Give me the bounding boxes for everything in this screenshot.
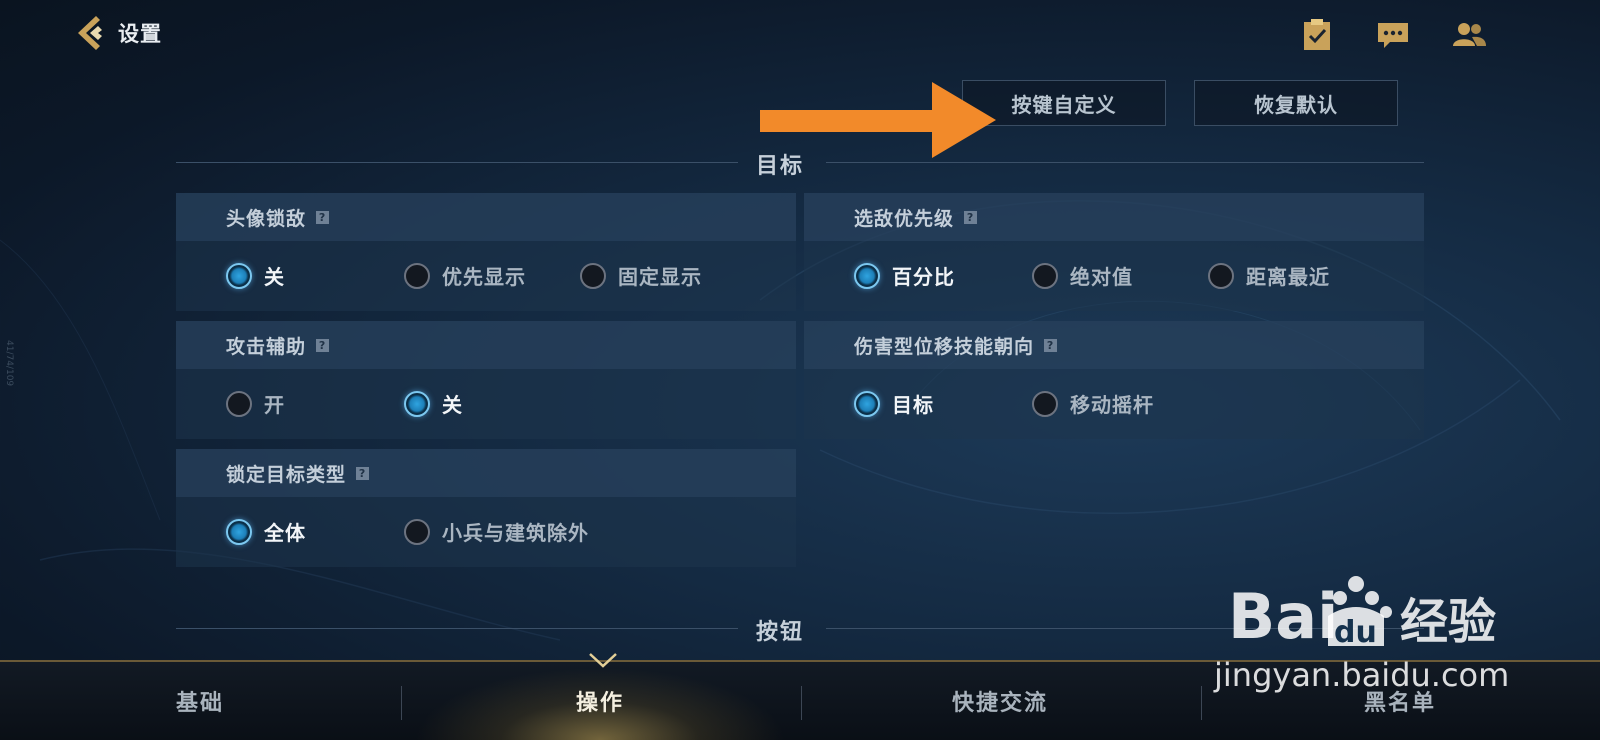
panel-header: 伤害型位移技能朝向 ? bbox=[804, 321, 1424, 369]
option-label: 全体 bbox=[264, 521, 306, 545]
option-label: 绝对值 bbox=[1070, 265, 1133, 289]
panel-title: 选敌优先级 bbox=[854, 207, 955, 230]
section-title: 目标 bbox=[755, 154, 804, 179]
option-joystick[interactable]: 移动摇杆 bbox=[1032, 389, 1154, 418]
option-priority-show[interactable]: 优先显示 bbox=[404, 261, 526, 290]
option-label: 距离最近 bbox=[1246, 265, 1330, 289]
section-target-header: 目标 bbox=[176, 148, 1424, 179]
panel-title: 攻击辅助 bbox=[226, 335, 307, 358]
radio-selected-icon bbox=[226, 262, 252, 289]
baidu-logo-icon: Bai du 经验 bbox=[1228, 576, 1496, 653]
option-off[interactable]: 关 bbox=[404, 389, 463, 418]
radio-selected-icon bbox=[854, 262, 880, 289]
panel-attack-assist: 攻击辅助 ? 开 关 bbox=[176, 321, 796, 439]
chat-icon[interactable] bbox=[1376, 18, 1410, 52]
radio-icon bbox=[226, 390, 252, 417]
option-target[interactable]: 目标 bbox=[854, 389, 934, 418]
panel-header: 攻击辅助 ? bbox=[176, 321, 796, 369]
option-label: 移动摇杆 bbox=[1070, 393, 1154, 417]
panel-avatar-lock: 头像锁敌 ? 关 优先显示 固定显示 bbox=[176, 193, 796, 311]
radio-selected-icon bbox=[226, 518, 252, 545]
option-label: 小兵与建筑除外 bbox=[442, 521, 589, 545]
option-label: 关 bbox=[264, 265, 285, 289]
help-icon[interactable]: ? bbox=[316, 338, 330, 352]
page-title: 设置 bbox=[118, 22, 162, 46]
help-icon[interactable]: ? bbox=[316, 210, 330, 224]
watermark-url: jingyan.baidu.com bbox=[1214, 656, 1510, 694]
option-label: 百分比 bbox=[892, 265, 955, 289]
svg-text:经验: 经验 bbox=[1400, 594, 1496, 650]
help-icon[interactable]: ? bbox=[964, 210, 978, 224]
option-off[interactable]: 关 bbox=[226, 261, 285, 290]
option-label: 固定显示 bbox=[618, 265, 702, 289]
panel-header: 选敌优先级 ? bbox=[804, 193, 1424, 241]
tab-quick-chat[interactable]: 快捷交流 bbox=[800, 662, 1200, 740]
radio-icon bbox=[580, 262, 606, 289]
option-percentage[interactable]: 百分比 bbox=[854, 261, 955, 290]
help-icon[interactable]: ? bbox=[356, 466, 370, 480]
baidu-watermark: Bai du 经验 jingyan.baidu.com bbox=[1214, 568, 1509, 694]
option-label: 关 bbox=[442, 393, 463, 417]
option-label: 开 bbox=[264, 393, 285, 417]
side-code: 41/74/109 bbox=[4, 340, 14, 387]
help-icon[interactable]: ? bbox=[1044, 338, 1058, 352]
panel-header: 头像锁敌 ? bbox=[176, 193, 796, 241]
panel-lock-target-type: 锁定目标类型 ? 全体 小兵与建筑除外 bbox=[176, 449, 796, 567]
tab-basic[interactable]: 基础 bbox=[0, 662, 400, 740]
restore-default-button[interactable]: 恢复默认 bbox=[1194, 80, 1398, 126]
panel-target-priority: 选敌优先级 ? 百分比 绝对值 距离最近 bbox=[804, 193, 1424, 311]
radio-icon bbox=[1032, 262, 1058, 289]
radio-icon bbox=[404, 518, 430, 545]
option-on[interactable]: 开 bbox=[226, 389, 285, 418]
option-fixed-show[interactable]: 固定显示 bbox=[580, 261, 702, 290]
option-absolute[interactable]: 绝对值 bbox=[1032, 261, 1133, 290]
radio-icon bbox=[404, 262, 430, 289]
option-exclude-minions-buildings[interactable]: 小兵与建筑除外 bbox=[404, 517, 589, 546]
svg-text:Bai: Bai bbox=[1228, 580, 1338, 653]
radio-selected-icon bbox=[404, 390, 430, 417]
back-button[interactable]: 设置 bbox=[70, 12, 162, 54]
radio-icon bbox=[1208, 262, 1234, 289]
radio-icon bbox=[1032, 390, 1058, 417]
option-nearest[interactable]: 距离最近 bbox=[1208, 261, 1330, 290]
active-tab-marker-icon bbox=[589, 653, 617, 668]
radio-selected-icon bbox=[854, 390, 880, 417]
panel-title: 头像锁敌 bbox=[226, 207, 307, 230]
panel-dash-skill-direction: 伤害型位移技能朝向 ? 目标 移动摇杆 bbox=[804, 321, 1424, 439]
tab-controls[interactable]: 操作 bbox=[400, 662, 800, 740]
panel-header: 锁定目标类型 ? bbox=[176, 449, 796, 497]
svg-text:du: du bbox=[1334, 615, 1377, 650]
annotation-arrow-icon bbox=[760, 82, 996, 158]
option-all[interactable]: 全体 bbox=[226, 517, 306, 546]
friends-icon[interactable] bbox=[1452, 18, 1486, 52]
back-chevron-icon bbox=[78, 16, 102, 50]
option-label: 优先显示 bbox=[442, 265, 526, 289]
option-label: 目标 bbox=[892, 393, 934, 417]
panel-title: 伤害型位移技能朝向 bbox=[854, 335, 1035, 358]
task-icon[interactable] bbox=[1300, 18, 1334, 52]
panel-title: 锁定目标类型 bbox=[226, 463, 347, 486]
